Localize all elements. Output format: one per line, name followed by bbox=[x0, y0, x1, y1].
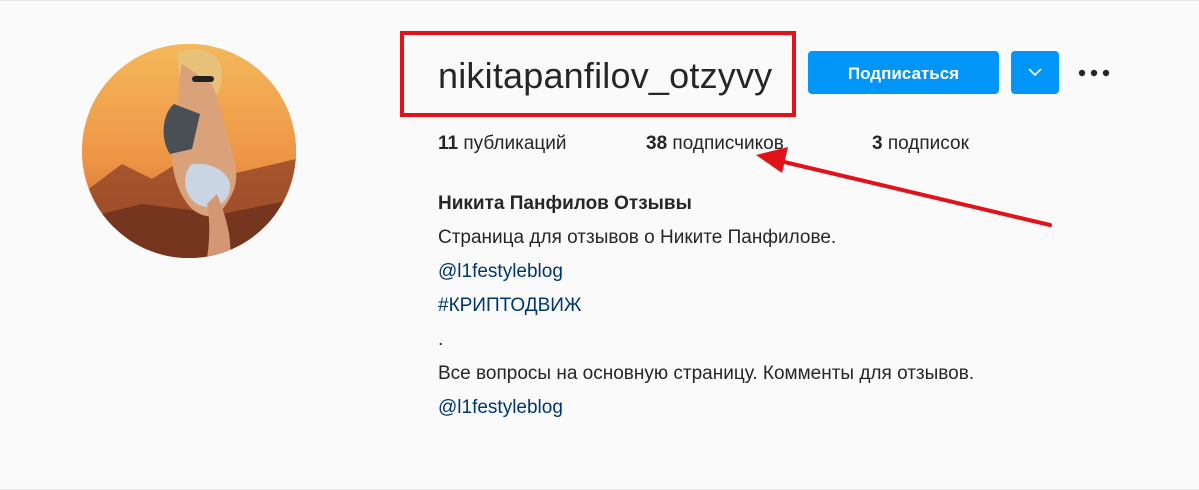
profile-header: nikitapanfilov_otzyvy Подписаться 11 пуб… bbox=[0, 0, 1199, 490]
bio-dot: . bbox=[438, 329, 444, 350]
profile-username: nikitapanfilov_otzyvy bbox=[438, 55, 773, 96]
bio-mention-link-2[interactable]: @l1festyleblog bbox=[438, 391, 974, 425]
posts-stat: 11 публикаций bbox=[438, 132, 567, 156]
avatar-illustration bbox=[82, 44, 296, 258]
followers-count: 38 bbox=[646, 133, 668, 154]
profile-bio: Никита Панфилов Отзывы Страница для отзы… bbox=[438, 187, 974, 425]
profile-avatar[interactable] bbox=[82, 44, 296, 258]
follow-button[interactable]: Подписаться bbox=[808, 51, 999, 94]
bio-mention-link[interactable]: @l1festyleblog bbox=[438, 255, 974, 289]
more-dots-icon bbox=[1078, 69, 1110, 77]
suggestions-dropdown-button[interactable] bbox=[1011, 51, 1059, 94]
chevron-down-icon bbox=[1028, 68, 1042, 77]
bio-hashtag-link[interactable]: #КРИПТОДВИЖ bbox=[438, 289, 974, 323]
posts-label: публикаций bbox=[463, 133, 567, 154]
options-button[interactable] bbox=[1077, 63, 1111, 83]
posts-count: 11 bbox=[438, 133, 459, 154]
bio-text-line: Страница для отзывов о Никите Панфилове. bbox=[438, 227, 837, 248]
bio-text-line-2: Все вопросы на основную страницу. Коммен… bbox=[438, 363, 975, 384]
profile-full-name: Никита Панфилов Отзывы bbox=[438, 193, 692, 214]
